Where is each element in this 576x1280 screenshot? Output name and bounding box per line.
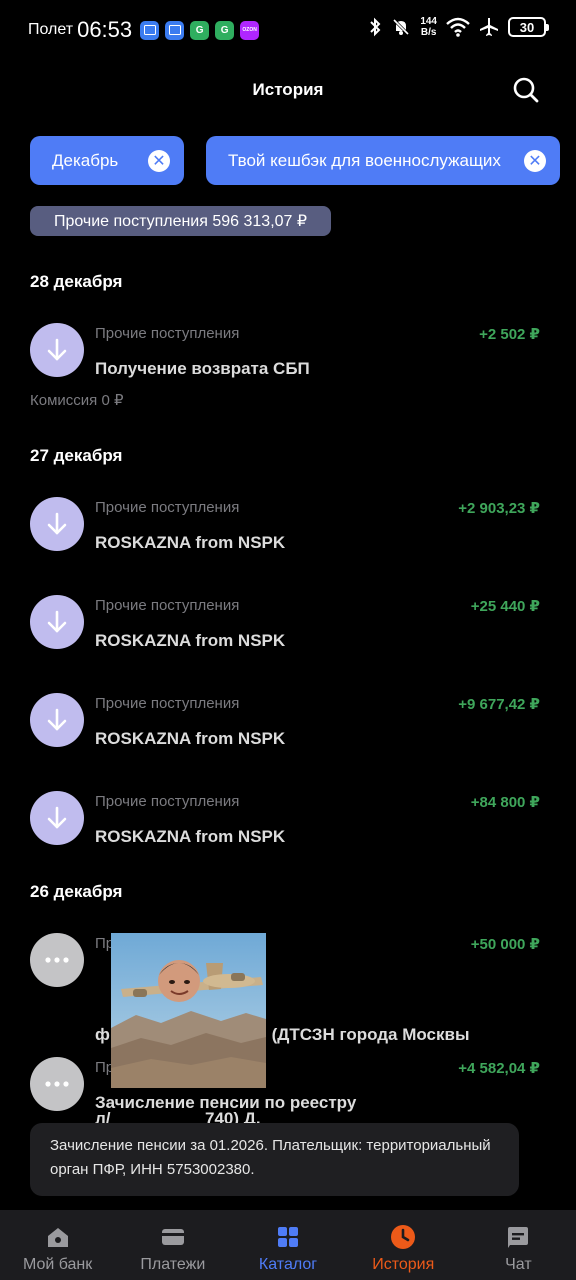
more-icon: [30, 933, 84, 987]
carrier-label: Полет: [28, 21, 74, 38]
arrow-down-icon: [30, 323, 84, 377]
filter-chip-cashback[interactable]: Твой кешбэк для военнослужащих ✕: [206, 136, 560, 185]
home-icon: [47, 1228, 68, 1247]
card-icon: [161, 1229, 184, 1245]
close-icon[interactable]: ✕: [148, 149, 170, 172]
clock: 06:53: [77, 17, 133, 42]
transaction-amount: +84 800 ₽: [470, 794, 540, 811]
page-title: История: [252, 80, 324, 99]
muted-bell-icon: [393, 18, 410, 36]
bottom-navigation: Мой банк Платежи Каталог История Чат: [0, 1210, 576, 1280]
transaction-category: Прочие поступления: [95, 793, 240, 810]
bluetooth-icon: [370, 17, 381, 37]
sticker-image: [111, 933, 266, 1088]
filter-chip-label: Декабрь: [52, 150, 119, 170]
battery-indicator: 30: [508, 17, 549, 37]
transaction-amount: +2 502 ₽: [479, 326, 540, 343]
transaction-amount: +2 903,23 ₽: [458, 500, 540, 517]
clock-icon: [391, 1225, 416, 1249]
more-icon: [30, 1057, 84, 1111]
transaction-amount: +4 582,04 ₽: [458, 1060, 540, 1077]
date-header: 27 декабря: [30, 446, 123, 465]
transaction-title: Зачисление пенсии по реестру: [95, 1093, 357, 1112]
grid-icon: [278, 1227, 298, 1247]
transaction-title: ROSKAZNA from NSPK: [95, 827, 286, 846]
transaction-tooltip: Зачисление пенсии за 01.2026. Плательщик…: [30, 1123, 519, 1196]
status-bar: Полет 06:53 G G OZON 144 B/s 30: [0, 0, 576, 62]
green-app-icon: G: [190, 20, 210, 40]
nav-history[interactable]: История: [346, 1210, 461, 1280]
transaction-category: Прочие поступления: [95, 325, 240, 342]
transaction-category: Прочие поступления: [95, 597, 240, 614]
transaction-title: Получение возврата СБП: [95, 359, 310, 378]
chat-icon: [508, 1227, 529, 1248]
arrow-down-icon: [30, 497, 84, 551]
nav-my-bank[interactable]: Мой банк: [0, 1210, 115, 1280]
airplane-mode-icon: [480, 18, 498, 36]
arrow-down-icon: [30, 693, 84, 747]
nav-payments[interactable]: Платежи: [115, 1210, 230, 1280]
ozon-app-icon: OZON: [240, 20, 260, 40]
nav-label: Каталог: [258, 1256, 318, 1273]
arrow-down-icon: [30, 791, 84, 845]
network-speed: 144 B/s: [420, 16, 437, 38]
transaction-title: ROSKAZNA from NSPK: [95, 631, 286, 650]
wifi-icon: [446, 17, 470, 37]
transaction-title: ROSKAZNA from NSPK: [95, 729, 286, 748]
arrow-down-icon: [30, 595, 84, 649]
top-bar: История: [0, 62, 576, 118]
messages2-app-icon: [165, 20, 185, 40]
transaction-category: Прочие поступления: [95, 499, 240, 516]
green-app2-icon: G: [215, 20, 235, 40]
nav-chat[interactable]: Чат: [461, 1210, 576, 1280]
messages-app-icon: [140, 20, 160, 40]
close-icon[interactable]: ✕: [524, 149, 546, 172]
transaction-category: Прочие поступления: [95, 695, 240, 712]
nav-label: Платежи: [140, 1256, 206, 1273]
transaction-amount: +50 000 ₽: [470, 936, 540, 953]
date-header: 26 декабря: [30, 882, 123, 901]
search-icon[interactable]: [512, 76, 540, 104]
nav-label: История: [372, 1256, 435, 1273]
transaction-amount: +9 677,42 ₽: [458, 696, 540, 713]
nav-label: Чат: [505, 1256, 532, 1273]
filter-chip-month[interactable]: Декабрь ✕: [30, 136, 184, 185]
transaction-fee-note: Комиссия 0 ₽: [30, 392, 124, 409]
nav-catalog[interactable]: Каталог: [230, 1210, 345, 1280]
filter-chip-label: Твой кешбэк для военнослужащих: [228, 150, 501, 170]
transaction-amount: +25 440 ₽: [470, 598, 540, 615]
date-header: 28 декабря: [30, 272, 123, 291]
nav-label: Мой банк: [22, 1256, 93, 1273]
category-summary-chip[interactable]: Прочие поступления 596 313,07 ₽: [30, 206, 331, 236]
transaction-title: ROSKAZNA from NSPK: [95, 533, 286, 552]
